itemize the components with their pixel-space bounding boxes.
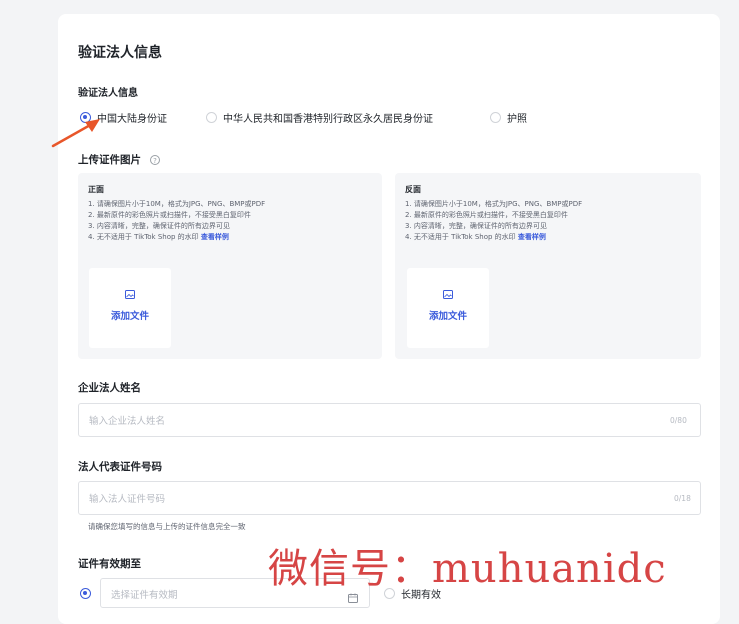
front-rule-4: 4. 无不适用于 TikTok Shop 的水印 查看样例 xyxy=(88,232,229,243)
legal-name-placeholder: 输入企业法人姓名 xyxy=(89,416,166,427)
legal-name-label: 企业法人姓名 xyxy=(78,382,141,394)
radio-hk-id[interactable] xyxy=(206,112,217,123)
back-rule-3: 3. 内容清晰，完整，确保证件的所有边界可见 xyxy=(405,222,547,230)
back-title: 反面 xyxy=(405,185,421,194)
back-add-file-label[interactable]: 添加文件 xyxy=(407,308,489,322)
id-number-input[interactable] xyxy=(78,481,701,515)
question-circle-icon[interactable]: ? xyxy=(150,155,160,165)
image-icon xyxy=(89,290,171,302)
legal-name-input[interactable] xyxy=(78,403,701,437)
back-sample-link[interactable]: 查看样例 xyxy=(518,233,546,241)
radio-label-passport[interactable]: 护照 xyxy=(507,110,527,125)
id-number-hint: 请确保您填写的信息与上传的证件信息完全一致 xyxy=(88,522,246,531)
front-add-file-label[interactable]: 添加文件 xyxy=(89,308,171,322)
front-rule-3: 3. 内容清晰，完整，确保证件的所有边界可见 xyxy=(88,222,230,230)
back-rule-1: 1. 请确保图片小于10M，格式为JPG、PNG、BMP或PDF xyxy=(405,200,583,208)
watermark-text: 微信号：muhuanidc xyxy=(268,546,667,592)
back-rule-2: 2. 最新原件的彩色照片或扫描件，不接受黑白复印件 xyxy=(405,211,568,219)
front-title: 正面 xyxy=(88,185,104,194)
id-number-placeholder: 输入法人证件号码 xyxy=(89,494,166,505)
radio-passport[interactable] xyxy=(490,112,501,123)
section-label: 验证法人信息 xyxy=(78,88,138,99)
front-rule-4-text: 4. 无不适用于 TikTok Shop 的水印 xyxy=(88,233,201,241)
front-rule-2: 2. 最新原件的彩色照片或扫描件，不接受黑白复印件 xyxy=(88,211,251,219)
validity-label: 证件有效期至 xyxy=(78,558,141,570)
annotation-arrow-icon xyxy=(51,119,100,148)
front-rule-1: 1. 请确保图片小于10M，格式为JPG、PNG、BMP或PDF xyxy=(88,200,266,208)
id-number-label: 法人代表证件号码 xyxy=(78,461,162,473)
front-sample-link[interactable]: 查看样例 xyxy=(201,233,229,241)
back-rule-4-text: 4. 无不适用于 TikTok Shop 的水印 xyxy=(405,233,518,241)
image-icon xyxy=(407,290,489,302)
date-placeholder: 选择证件有效期 xyxy=(111,590,178,601)
page-title: 验证法人信息 xyxy=(78,45,162,61)
radio-date[interactable] xyxy=(80,588,91,599)
id-number-counter: 0/18 xyxy=(674,494,691,503)
radio-label-hk-id[interactable]: 中华人民共和国香港特别行政区永久居民身份证 xyxy=(223,110,433,125)
upload-label: 上传证件图片 xyxy=(78,154,141,166)
back-rule-4: 4. 无不适用于 TikTok Shop 的水印 查看样例 xyxy=(405,232,546,243)
legal-name-counter: 0/80 xyxy=(670,416,687,425)
